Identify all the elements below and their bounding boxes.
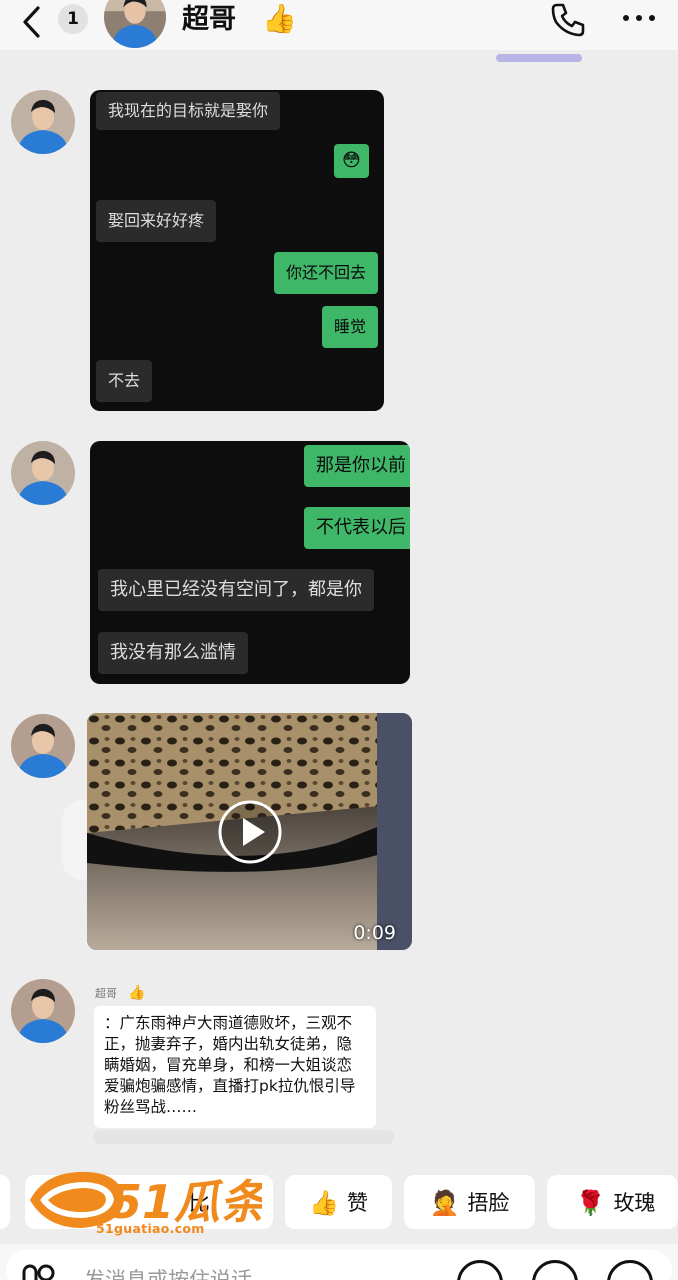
avatar[interactable] — [11, 979, 75, 1043]
message-input-placeholder: 发消息或按住说话 — [84, 1268, 252, 1280]
bubble-right: 不代表以后 — [304, 507, 410, 549]
facepalm-icon: 🤦 — [429, 1189, 460, 1217]
bubble-left: 我没有那么滥情 — [98, 632, 248, 674]
bubble-right: 😳 — [334, 144, 369, 178]
sender-name: 超哥 — [95, 987, 117, 1000]
chat-screenshot-2[interactable]: 那是你以前 不代表以后 我心里已经没有空间了，都是你 我没有那么滥情 — [90, 441, 410, 684]
card-divider — [94, 1130, 394, 1144]
quick-action-label: 图 — [89, 1191, 110, 1215]
unread-badge[interactable]: 1 — [58, 4, 88, 34]
quick-action-like[interactable]: 👍 赞 — [285, 1175, 392, 1229]
quick-action-rose[interactable]: 🌹 玫瑰 — [547, 1175, 678, 1229]
bubble-right: 睡觉 — [322, 306, 379, 348]
video-message[interactable]: 0:09 — [87, 713, 412, 950]
bubble-left: 我心里已经没有空间了，都是你 — [98, 569, 374, 611]
avatar[interactable] — [11, 714, 75, 778]
quick-action-partial[interactable] — [0, 1175, 10, 1229]
play-icon[interactable] — [217, 799, 283, 865]
chat-screenshot-1[interactable]: 我现在的目标就是娶你 😳 娶回来好好疼 你还不回去 睡觉 不去 — [90, 90, 384, 411]
quick-action-label: 捂脸 — [467, 1191, 510, 1215]
quick-action-label: 比 — [188, 1191, 210, 1215]
voice-toggle-icon[interactable] — [22, 1262, 56, 1280]
thumbs-up-icon: 👍 — [128, 985, 146, 1001]
chevron-left-icon[interactable] — [18, 4, 48, 40]
text-message[interactable]: ：广东雨神卢大雨道德败坏，三观不正，抛妻弃子，婚内出轨女徒弟，隐瞒婚姻，冒充单身… — [94, 1006, 376, 1128]
bubble-right: 那是你以前 — [304, 445, 410, 487]
bubble-left: 我现在的目标就是娶你 — [96, 92, 281, 130]
rose-icon: 🌹 — [575, 1189, 606, 1217]
bubble-right: 你还不回去 — [274, 252, 379, 294]
pinned-indicator — [496, 54, 582, 62]
quick-action-label: 赞 — [346, 1191, 368, 1215]
avatar[interactable] — [11, 90, 75, 154]
avatar[interactable] — [11, 441, 75, 505]
watermark-url: 51guatiao.com — [96, 1221, 205, 1236]
quick-action-label: 玫瑰 — [613, 1191, 656, 1215]
quick-action-facepalm[interactable]: 🤦 捂脸 — [404, 1175, 535, 1229]
thumbs-up-icon: 👍 — [309, 1189, 339, 1217]
phone-icon[interactable] — [548, 0, 588, 40]
title-thumbs-up-icon: 👍 — [262, 2, 297, 35]
video-duration: 0:09 — [353, 922, 396, 944]
bubble-left: 不去 — [96, 360, 153, 402]
bubble-left: 娶回来好好疼 — [96, 200, 217, 242]
more-icon[interactable] — [620, 8, 660, 28]
chat-title: 超哥 — [182, 4, 236, 35]
